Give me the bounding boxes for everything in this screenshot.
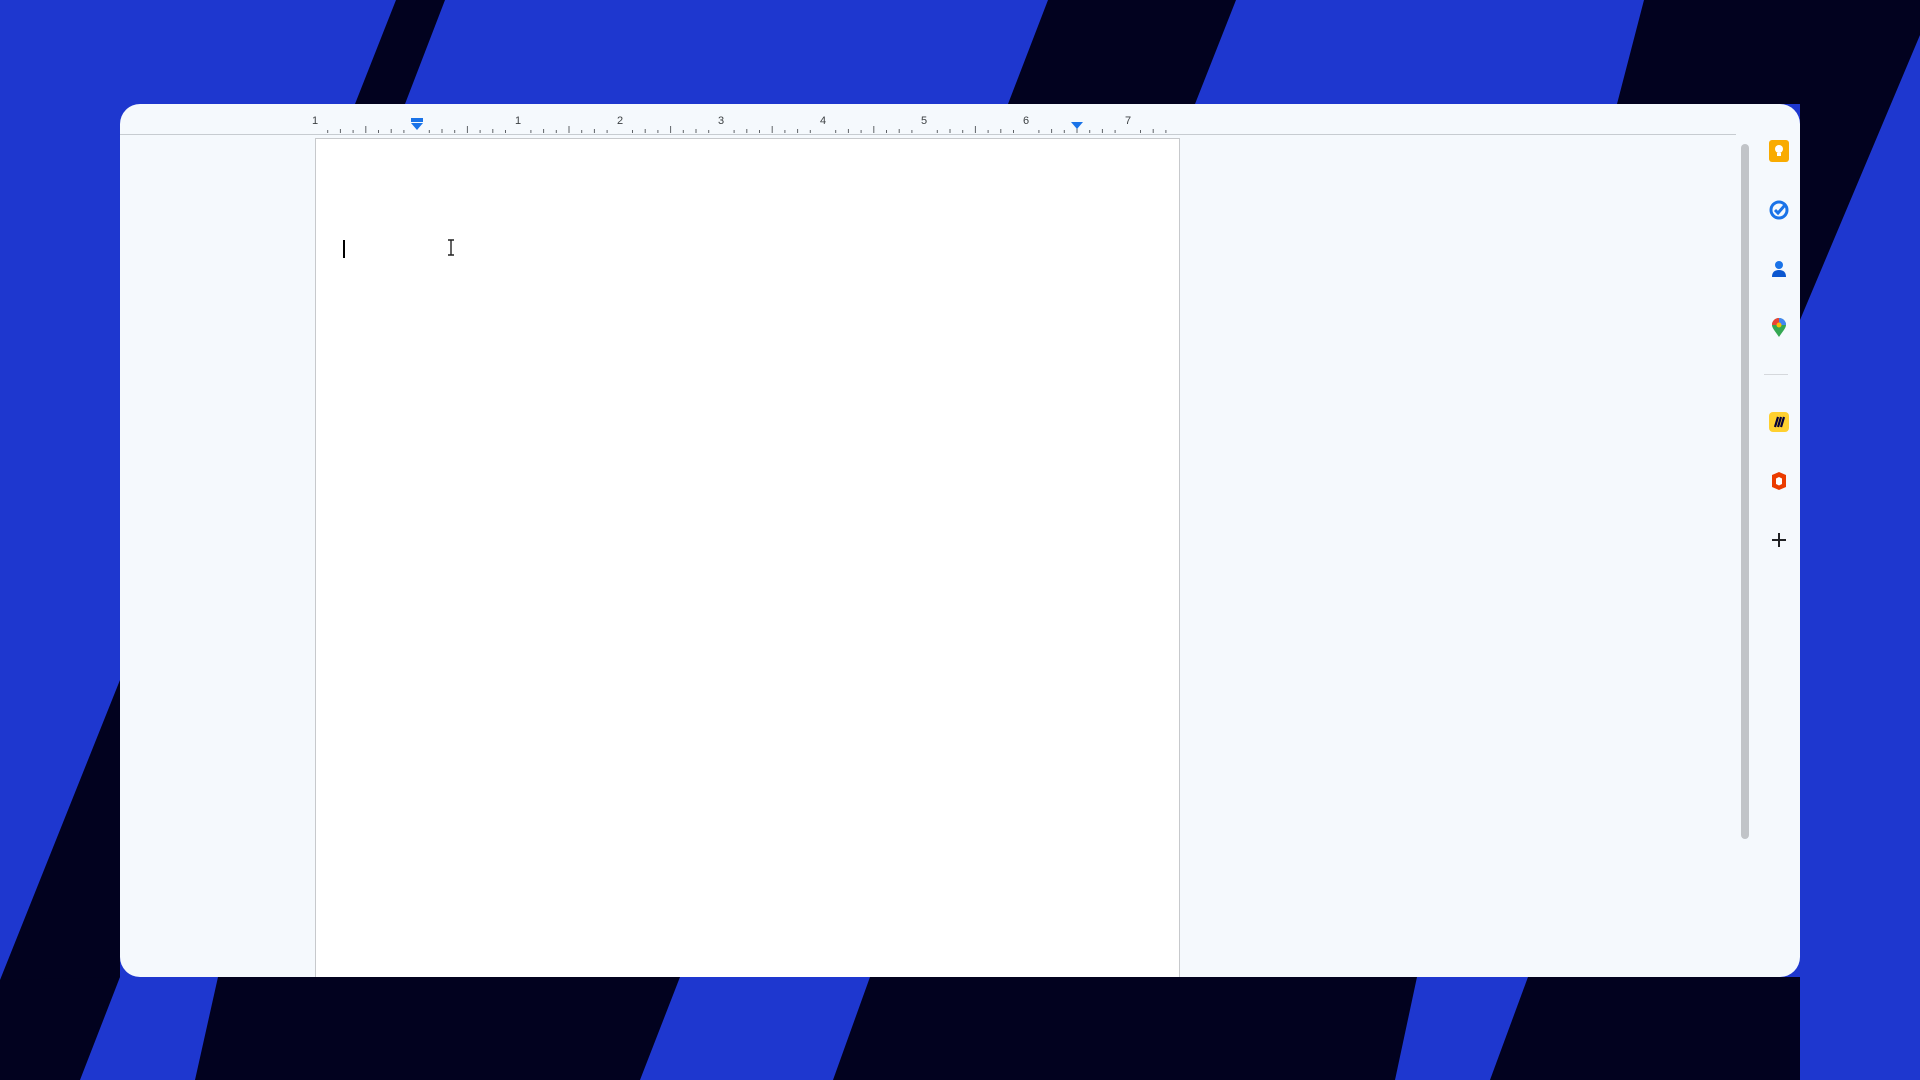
docs-window: 1 1 2 3 4 5 6 7 — [120, 104, 1800, 977]
ruler-number: 1 — [311, 115, 319, 127]
ruler-ticks — [327, 126, 1167, 133]
horizontal-ruler[interactable]: 1 1 2 3 4 5 6 7 — [120, 104, 1736, 135]
left-indent-marker[interactable] — [410, 118, 424, 132]
ruler-number: 3 — [717, 115, 725, 127]
vertical-scrollbar[interactable] — [1741, 144, 1749, 839]
ruler-number: 4 — [819, 115, 827, 127]
contacts-icon[interactable] — [1768, 258, 1790, 280]
miro-icon[interactable] — [1768, 411, 1790, 433]
ruler-number: 2 — [616, 115, 624, 127]
right-indent-marker[interactable] — [1070, 121, 1084, 131]
ibeam-cursor-icon — [448, 239, 454, 256]
ruler-number: 7 — [1124, 115, 1132, 127]
ruler-number: 5 — [920, 115, 928, 127]
maps-icon[interactable] — [1768, 317, 1790, 339]
side-panel — [1756, 124, 1800, 944]
side-panel-divider — [1764, 374, 1788, 375]
document-page[interactable] — [315, 138, 1180, 977]
ruler-number: 6 — [1022, 115, 1030, 127]
tasks-icon[interactable] — [1768, 199, 1790, 221]
add-icon[interactable] — [1768, 529, 1790, 551]
text-cursor — [343, 240, 345, 258]
keep-icon[interactable] — [1768, 140, 1790, 162]
ruler-number: 1 — [514, 115, 522, 127]
office-icon[interactable] — [1768, 470, 1790, 492]
